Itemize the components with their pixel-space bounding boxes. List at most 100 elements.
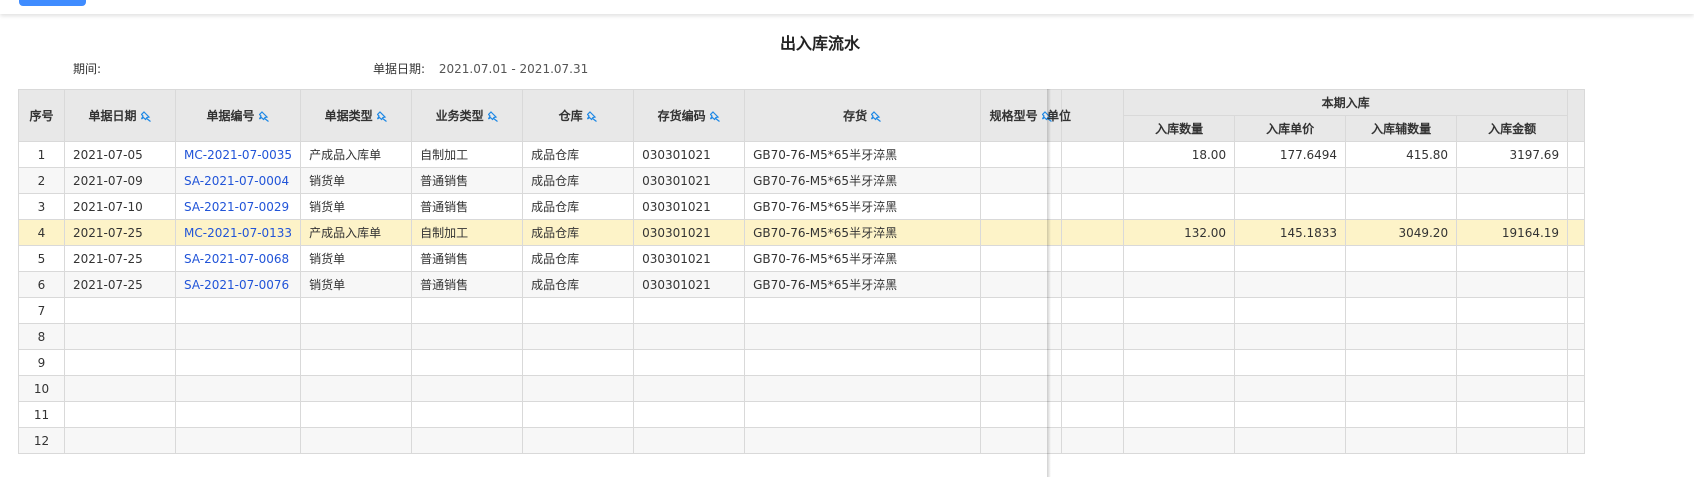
cell-in-aux-qty bbox=[1345, 193, 1458, 220]
table-row[interactable]: 6 2021-07-25 SA-2021-07-0076 销货单 普通销售 成品仓库 030… bbox=[18, 271, 1586, 298]
cell-biz-type: 自制加工 bbox=[411, 219, 524, 246]
cell-warehouse: 成品仓库 bbox=[522, 271, 635, 298]
cell-in-qty bbox=[1123, 193, 1236, 220]
pin-sort-icon[interactable] bbox=[871, 111, 882, 122]
table-row[interactable]: 5 2021-07-25 SA-2021-07-0068 销货单 普通销售 成品仓库 030… bbox=[18, 245, 1586, 272]
cell-doc-type: 销货单 bbox=[300, 193, 413, 220]
cell-item-code bbox=[633, 323, 746, 350]
pin-sort-icon[interactable] bbox=[709, 111, 721, 122]
cell-biz-type bbox=[411, 297, 524, 324]
table-row[interactable]: 8 bbox=[18, 323, 1586, 350]
table-row[interactable]: 12 bbox=[18, 427, 1586, 454]
cell-doc-date: 2021-07-25 bbox=[64, 245, 176, 272]
pin-sort-icon[interactable] bbox=[487, 111, 499, 122]
table-row[interactable]: 10 bbox=[18, 375, 1586, 402]
cell-doc-date bbox=[64, 427, 176, 454]
cell-index: 12 bbox=[18, 427, 65, 454]
cell-overflow bbox=[1567, 219, 1586, 246]
cell-in-amount bbox=[1456, 349, 1569, 376]
cell-in-amount bbox=[1456, 297, 1569, 324]
date-label: 单据日期: bbox=[373, 62, 426, 76]
cell-overflow bbox=[1567, 193, 1586, 220]
cell-warehouse bbox=[522, 375, 635, 402]
cell-overflow bbox=[1567, 427, 1586, 454]
cell-item: GB70-76-M5*65半牙淬黑 bbox=[744, 245, 982, 272]
cell-warehouse bbox=[522, 297, 635, 324]
cell-in-aux-qty bbox=[1345, 323, 1458, 350]
doc-number-link[interactable]: MC-2021-07-0133 bbox=[184, 226, 292, 240]
cell-doc-no bbox=[174, 323, 302, 350]
cell-in-aux-qty bbox=[1345, 297, 1458, 324]
cell-item-code bbox=[633, 375, 746, 402]
col-doc-date[interactable]: 单据日期 bbox=[64, 89, 176, 142]
cell-doc-date: 2021-07-05 bbox=[64, 141, 176, 168]
cell-doc-type bbox=[300, 323, 413, 350]
cell-biz-type: 普通销售 bbox=[411, 193, 524, 220]
toolbar-primary-button[interactable] bbox=[19, 0, 86, 6]
pin-sort-icon[interactable] bbox=[258, 111, 270, 122]
col-in-qty: 入库数量 bbox=[1123, 115, 1236, 142]
table-row[interactable]: 4 2021-07-25 MC-2021-07-0133 产成品入库单 自制加工 成品仓库… bbox=[18, 219, 1586, 246]
cell-doc-date: 2021-07-25 bbox=[64, 271, 176, 298]
cell-in-aux-qty: 415.80 bbox=[1345, 141, 1458, 168]
cell-doc-date bbox=[64, 375, 176, 402]
cell-in-price bbox=[1234, 245, 1347, 272]
cell-overflow bbox=[1567, 401, 1586, 428]
cell-in-amount bbox=[1456, 167, 1569, 194]
cell-index: 1 bbox=[18, 141, 65, 168]
col-doc-type[interactable]: 单据类型 bbox=[300, 89, 413, 142]
cell-doc-type bbox=[300, 297, 413, 324]
table-row[interactable]: 1 2021-07-05 MC-2021-07-0035 产成品入库单 自制加工 成品仓库… bbox=[18, 141, 1586, 168]
doc-number-link[interactable]: SA-2021-07-0029 bbox=[184, 200, 289, 214]
cell-index: 3 bbox=[18, 193, 65, 220]
doc-number-link[interactable]: SA-2021-07-0068 bbox=[184, 252, 289, 266]
doc-number-link[interactable]: SA-2021-07-0004 bbox=[184, 174, 289, 188]
table-row[interactable]: 7 bbox=[18, 297, 1586, 324]
cell-in-aux-qty bbox=[1345, 167, 1458, 194]
col-biz-type[interactable]: 业务类型 bbox=[411, 89, 524, 142]
table-row[interactable]: 3 2021-07-10 SA-2021-07-0029 销货单 普通销售 成品仓库 030… bbox=[18, 193, 1586, 220]
cell-doc-no bbox=[174, 349, 302, 376]
cell-doc-date: 2021-07-10 bbox=[64, 193, 176, 220]
col-item[interactable]: 存货 bbox=[744, 89, 982, 142]
date-range-value: 2021.07.01 - 2021.07.31 bbox=[438, 62, 589, 76]
doc-number-link[interactable]: MC-2021-07-0035 bbox=[184, 148, 292, 162]
table-row[interactable]: 11 bbox=[18, 401, 1586, 428]
cell-item: GB70-76-M5*65半牙淬黑 bbox=[744, 271, 982, 298]
pin-sort-icon[interactable] bbox=[586, 111, 598, 122]
cell-in-qty bbox=[1123, 245, 1236, 272]
cell-in-price bbox=[1234, 297, 1347, 324]
cell-in-aux-qty bbox=[1345, 245, 1458, 272]
cell-index: 7 bbox=[18, 297, 65, 324]
cell-item: GB70-76-M5*65半牙淬黑 bbox=[744, 219, 982, 246]
cell-item bbox=[744, 401, 982, 428]
period-info: 期间: bbox=[73, 60, 111, 77]
table-body: 1 2021-07-05 MC-2021-07-0035 产成品入库单 自制加工 成品仓库… bbox=[18, 141, 1586, 454]
cell-unit bbox=[1061, 271, 1125, 298]
col-doc-no[interactable]: 单据编号 bbox=[174, 89, 302, 142]
cell-in-qty bbox=[1123, 167, 1236, 194]
cell-biz-type bbox=[411, 375, 524, 402]
doc-number-link[interactable]: SA-2021-07-0076 bbox=[184, 278, 289, 292]
cell-in-aux-qty bbox=[1345, 375, 1458, 402]
cell-in-qty bbox=[1123, 323, 1236, 350]
cell-doc-type: 产成品入库单 bbox=[300, 141, 413, 168]
table-row[interactable]: 9 bbox=[18, 349, 1586, 376]
cell-warehouse: 成品仓库 bbox=[522, 245, 635, 272]
cell-in-price bbox=[1234, 401, 1347, 428]
cell-unit bbox=[1061, 219, 1125, 246]
cell-index: 10 bbox=[18, 375, 65, 402]
table-row[interactable]: 2 2021-07-09 SA-2021-07-0004 销货单 普通销售 成品仓库 030… bbox=[18, 167, 1586, 194]
col-warehouse[interactable]: 仓库 bbox=[522, 89, 635, 142]
cell-biz-type bbox=[411, 401, 524, 428]
pin-sort-icon[interactable] bbox=[140, 111, 152, 122]
col-item-code[interactable]: 存货编码 bbox=[633, 89, 746, 142]
cell-warehouse bbox=[522, 323, 635, 350]
col-in-amount: 入库金额 bbox=[1456, 115, 1569, 142]
cell-doc-no: SA-2021-07-0076 bbox=[174, 271, 302, 298]
cell-unit bbox=[1061, 349, 1125, 376]
cell-in-qty: 132.00 bbox=[1123, 219, 1236, 246]
cell-warehouse bbox=[522, 401, 635, 428]
pin-sort-icon[interactable] bbox=[376, 111, 388, 122]
cell-in-qty: 18.00 bbox=[1123, 141, 1236, 168]
